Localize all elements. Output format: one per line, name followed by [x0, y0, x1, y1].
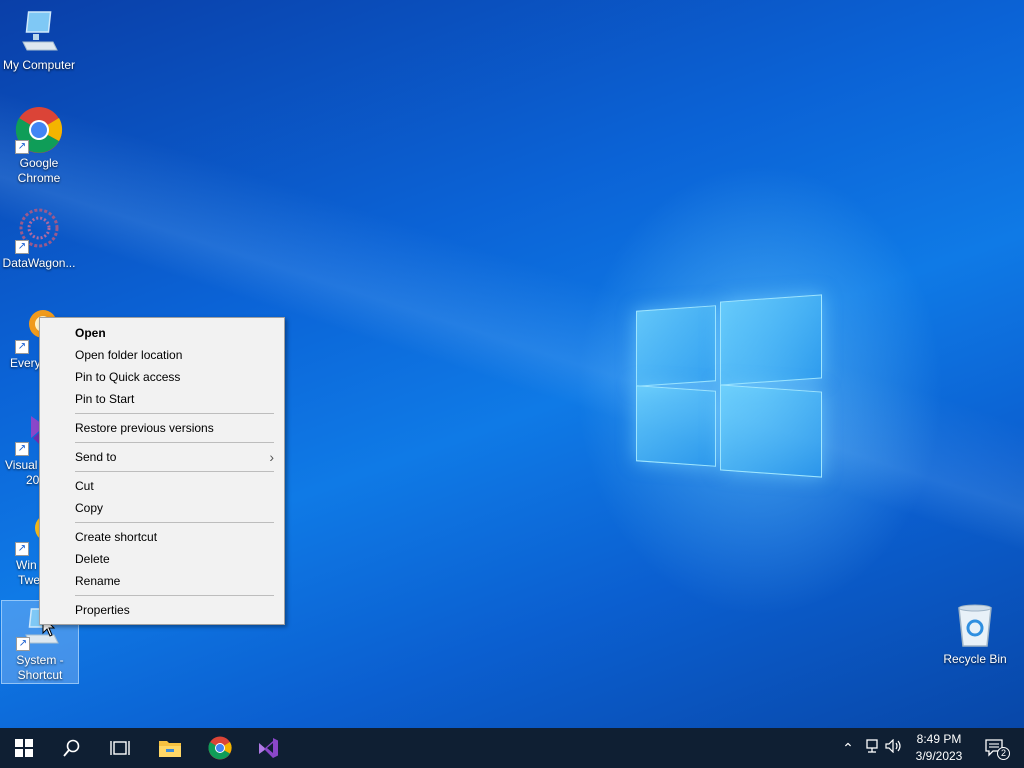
- desktop-icon-datawagon[interactable]: ↗ DataWagon...: [0, 206, 78, 271]
- windows-start-icon: [15, 739, 33, 757]
- network-icon[interactable]: [862, 738, 882, 758]
- menu-item-create-shortcut[interactable]: Create shortcut: [40, 526, 284, 548]
- desktop-icon-label: Google Chrome: [17, 156, 61, 185]
- search-button[interactable]: [48, 728, 96, 768]
- shortcut-arrow-icon: ↗: [15, 542, 29, 556]
- menu-item-pin-to-quick-access[interactable]: Pin to Quick access: [40, 366, 284, 388]
- recycle-bin-icon: [951, 602, 999, 650]
- chevron-up-icon[interactable]: ⌃: [838, 738, 858, 758]
- chrome-icon: [208, 736, 232, 760]
- computer-icon: [15, 8, 63, 56]
- taskbar-file-explorer[interactable]: [146, 728, 194, 768]
- menu-item-open-folder-location[interactable]: Open folder location: [40, 344, 284, 366]
- start-button[interactable]: [0, 728, 48, 768]
- notification-count-badge: 2: [997, 747, 1010, 760]
- menu-item-delete[interactable]: Delete: [40, 548, 284, 570]
- clock-time: 8:49 PM: [916, 732, 962, 746]
- context-menu: Open Open folder location Pin to Quick a…: [39, 317, 285, 625]
- taskbar: ⌃ 8:49 PM 3/9/2023 2: [0, 728, 1024, 768]
- task-view-icon: [110, 741, 130, 755]
- taskbar-google-chrome[interactable]: [196, 728, 244, 768]
- chevron-right-icon: ›: [269, 449, 274, 465]
- shortcut-arrow-icon: ↗: [15, 340, 29, 354]
- desktop-icon-label: System - Shortcut: [16, 653, 64, 682]
- desktop-icon-recycle-bin[interactable]: Recycle Bin: [936, 602, 1014, 667]
- windows-logo: [636, 290, 822, 480]
- system-clock[interactable]: 8:49 PM 3/9/2023: [904, 731, 974, 765]
- desktop-icon-label: My Computer: [2, 58, 76, 72]
- desktop-icon-google-chrome[interactable]: ↗ Google Chrome: [0, 106, 78, 186]
- menu-item-copy[interactable]: Copy: [40, 497, 284, 519]
- menu-item-open[interactable]: Open: [40, 322, 284, 344]
- desktop-icon-label: Recycle Bin: [943, 652, 1007, 666]
- datawagon-icon: ↗: [15, 206, 63, 254]
- desktop-icon-label: DataWagon...: [2, 256, 76, 270]
- menu-separator: [75, 522, 274, 523]
- volume-icon[interactable]: [884, 738, 904, 758]
- menu-item-properties[interactable]: Properties: [40, 599, 284, 621]
- clock-date: 3/9/2023: [915, 749, 963, 763]
- shortcut-arrow-icon: ↗: [15, 442, 29, 456]
- search-icon: [63, 739, 80, 757]
- shortcut-arrow-icon: ↗: [15, 240, 29, 254]
- menu-separator: [75, 413, 274, 414]
- menu-item-rename[interactable]: Rename: [40, 570, 284, 592]
- menu-item-pin-to-start[interactable]: Pin to Start: [40, 388, 284, 410]
- visual-studio-icon: [259, 738, 278, 758]
- menu-item-restore-previous-versions[interactable]: Restore previous versions: [40, 417, 284, 439]
- taskbar-visual-studio[interactable]: [244, 728, 292, 768]
- desktop-icon-my-computer[interactable]: My Computer: [0, 8, 78, 73]
- menu-separator: [75, 471, 274, 472]
- action-center-button[interactable]: 2: [982, 738, 1010, 760]
- shortcut-arrow-icon: ↗: [15, 140, 29, 154]
- shortcut-arrow-icon: ↗: [16, 637, 30, 651]
- menu-separator: [75, 442, 274, 443]
- menu-separator: [75, 595, 274, 596]
- menu-item-send-to[interactable]: Send to ›: [40, 446, 284, 468]
- chrome-icon: ↗: [15, 106, 63, 154]
- file-explorer-icon: [159, 741, 181, 757]
- menu-item-cut[interactable]: Cut: [40, 475, 284, 497]
- task-view-button[interactable]: [96, 728, 144, 768]
